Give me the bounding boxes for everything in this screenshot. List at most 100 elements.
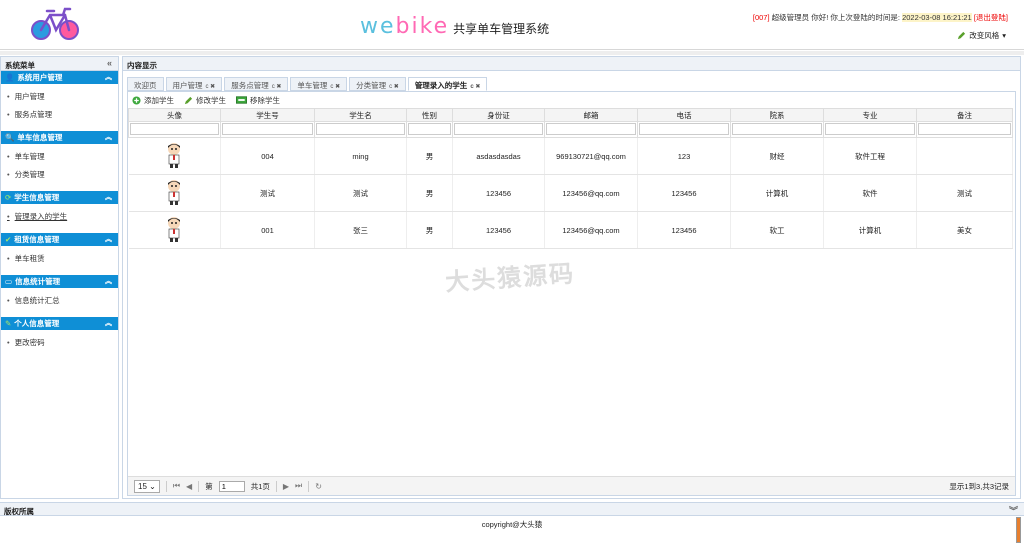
cell-sex: 男 (406, 211, 453, 249)
cell-phone: 123456 (637, 174, 731, 212)
remove-student-button[interactable]: 移除学生 (236, 95, 280, 106)
pencil-icon (958, 31, 966, 40)
sidebar-item-bike-rental[interactable]: 单车租赁 (7, 250, 118, 268)
total-pages: 共1页 (250, 481, 270, 491)
table-row[interactable]: 001 张三 男 123456 123456@qq.com 123456 软工 … (128, 211, 1013, 249)
divider (275, 480, 277, 492)
refresh-icon[interactable]: ↻ (315, 482, 322, 491)
sidebar-item-statistics[interactable]: 信息统计汇总 (7, 292, 118, 310)
avatar (168, 180, 181, 205)
next-page-icon[interactable]: ▶ (283, 482, 289, 491)
check-icon: ✔ (5, 235, 12, 244)
cell-student-name: 张三 (314, 211, 407, 249)
add-icon (132, 95, 141, 105)
add-student-button[interactable]: 添加学生 (132, 95, 174, 106)
cell-sex: 男 (406, 174, 453, 212)
column-header-student-name[interactable]: 学生名 (314, 108, 407, 122)
column-header-note[interactable]: 备注 (916, 108, 1013, 122)
column-header-department[interactable]: 院系 (730, 108, 824, 122)
column-header-id-card[interactable]: 身份证 (452, 108, 545, 122)
column-header-student-no[interactable]: 学生号 (220, 108, 315, 122)
sidebar-item-category[interactable]: 分类管理 (7, 166, 118, 184)
table-row[interactable]: 测试 测试 男 123456 123456@qq.com 123456 计算机 … (128, 174, 1013, 212)
prev-page-icon[interactable]: ◀ (186, 482, 192, 491)
filter-input[interactable] (732, 123, 822, 136)
refresh-close-icon[interactable]: c ✖ (272, 84, 282, 90)
collapse-left-icon[interactable]: « (107, 58, 112, 68)
filter-input[interactable] (825, 123, 915, 136)
search-icon: 🔍 (5, 133, 15, 142)
column-header-phone[interactable]: 电话 (637, 108, 731, 122)
user-icon: 👤 (5, 73, 15, 82)
accordion-section-bikes: 🔍单车信息管理︽ 单车管理 分类管理 (1, 131, 118, 191)
tab-bike-management[interactable]: 单车管理 c ✖ (290, 77, 348, 91)
cell-student-name: 测试 (314, 174, 407, 212)
bicycle-logo-icon (31, 7, 79, 40)
collapse-up-icon[interactable]: ︽ (105, 192, 112, 202)
accordion-header-stats[interactable]: ▭ 信息统计管理 ︽ (1, 275, 118, 288)
cell-student-name: ming (314, 137, 407, 175)
collapse-up-icon[interactable]: ︽ (105, 132, 112, 142)
filter-input[interactable] (639, 123, 729, 136)
filter-cell (128, 121, 221, 138)
last-page-icon[interactable]: ⏭ (295, 481, 302, 491)
table-row[interactable]: 004 ming 男 asdasdasdas 969130721@qq.com … (128, 137, 1013, 175)
tab-category[interactable]: 分类管理 c ✖ (349, 77, 406, 91)
filter-input[interactable] (130, 123, 219, 136)
sidebar-item-bike-management[interactable]: 单车管理 (7, 148, 118, 166)
change-style-button[interactable]: 改变风格 ▾ (957, 30, 1006, 41)
refresh-close-icon[interactable]: c ✖ (470, 84, 480, 90)
pencil-icon: ✎ (5, 319, 12, 328)
collapse-up-icon[interactable]: ︽ (105, 72, 112, 82)
page-size-select[interactable]: 15 ⌄ (134, 479, 160, 493)
pencil-icon (184, 96, 193, 104)
filter-cell (452, 121, 545, 138)
accordion-header-profile[interactable]: ✎ 个人信息管理 ︽ (1, 317, 118, 330)
filter-cell (544, 121, 638, 138)
column-header-avatar[interactable]: 头像 (128, 108, 221, 122)
column-header-sex[interactable]: 性别 (406, 108, 453, 122)
scrollbar[interactable] (1016, 517, 1021, 543)
edit-student-button[interactable]: 修改学生 (184, 95, 226, 106)
sidebar-item-students[interactable]: 管理录入的学生 (7, 208, 118, 226)
tab-students[interactable]: 管理录入的学生 c ✖ (407, 77, 488, 91)
avatar-cell (128, 211, 221, 249)
logout-link[interactable]: [退出登陆] (974, 13, 1008, 22)
collapse-up-icon[interactable]: ︽ (105, 276, 112, 286)
filter-input[interactable] (918, 123, 1011, 136)
filter-input[interactable] (546, 123, 636, 136)
refresh-close-icon[interactable]: c ✖ (389, 84, 399, 90)
tab-service-point[interactable]: 服务点管理 c ✖ (224, 77, 289, 91)
tab-user-management[interactable]: 用户管理 c ✖ (165, 77, 223, 91)
refresh-close-icon[interactable]: c ✖ (206, 84, 216, 90)
filter-input[interactable] (408, 123, 451, 136)
cell-department: 财经 (730, 137, 824, 175)
header: webike 共享单车管理系统 [007] 超级管理员 你好! 你上次登陆的时间是… (0, 0, 1024, 50)
user-info: [007] 超级管理员 你好! 你上次登陆的时间是: 2022-03-08 16… (753, 12, 1008, 23)
sidebar-item-change-password[interactable]: 更改密码 (7, 334, 118, 352)
accordion-header-users[interactable]: 👤 系统用户管理 ︽ (1, 71, 118, 84)
filter-input[interactable] (316, 123, 405, 136)
page-number-input[interactable] (218, 480, 245, 492)
cell-email: 969130721@qq.com (544, 137, 638, 175)
expand-down-icon[interactable]: ︾ (1009, 504, 1018, 517)
sidebar-item-user-management[interactable]: 用户管理 (7, 88, 118, 106)
sidebar-item-service-point[interactable]: 服务点管理 (7, 106, 118, 124)
first-page-icon[interactable]: ⏮ (173, 481, 180, 491)
copyright-text: copyright@大头猿 (481, 520, 543, 529)
tab-welcome[interactable]: 欢迎页 (127, 77, 164, 91)
refresh-close-icon[interactable]: c ✖ (330, 84, 340, 90)
filter-input[interactable] (454, 123, 543, 136)
accordion-header-bikes[interactable]: 🔍 单车信息管理 ︽ (1, 131, 118, 144)
filter-cell (823, 121, 917, 138)
column-header-email[interactable]: 邮箱 (544, 108, 638, 122)
accordion-header-rentals[interactable]: ✔ 租赁信息管理 ︽ (1, 233, 118, 246)
cell-note: 美女 (916, 211, 1013, 249)
accordion-header-students[interactable]: ⟳ 学生信息管理 ︽ (1, 191, 118, 204)
column-header-major[interactable]: 专业 (823, 108, 917, 122)
page-label: 第 (205, 481, 213, 491)
collapse-up-icon[interactable]: ︽ (105, 234, 112, 244)
filter-input[interactable] (222, 123, 313, 136)
collapse-up-icon[interactable]: ︽ (105, 318, 112, 328)
cell-email: 123456@qq.com (544, 174, 638, 212)
